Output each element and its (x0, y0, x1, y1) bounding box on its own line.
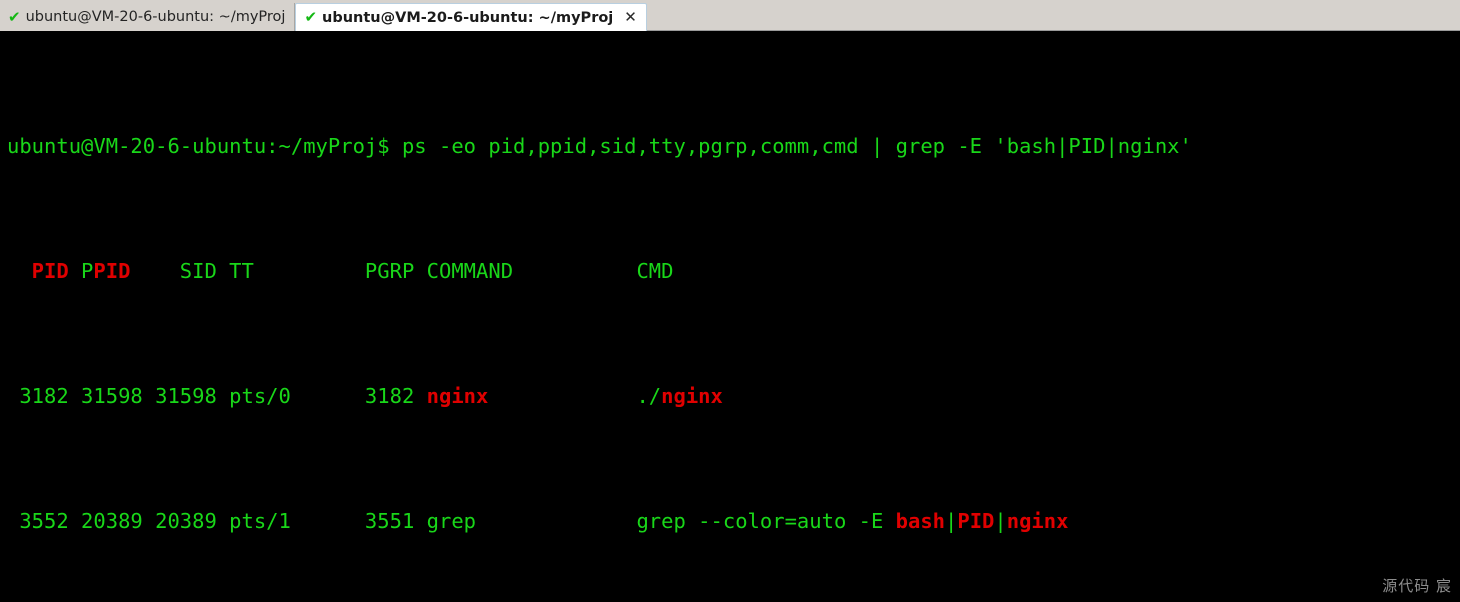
ps-row-pad (488, 384, 636, 408)
ps-header-row: PID PPID SID TT PGRP COMMAND CMD (7, 259, 1460, 284)
ps-row-comm: nginx (426, 384, 489, 408)
ps-row-cmd-prefix: ./ (636, 384, 662, 408)
terminal-output: ubuntu@VM-20-6-ubuntu:~/myProj$ ps -eo p… (7, 34, 1460, 602)
ps-header-pid: PID (7, 259, 69, 283)
ps-row-cmd-highlight-3: nginx (1006, 509, 1069, 533)
ps-row-pad (476, 509, 636, 533)
terminal-screen[interactable]: ubuntu@VM-20-6-ubuntu:~/myProj$ ps -eo p… (0, 31, 1460, 602)
tab-label: ubuntu@VM-20-6-ubuntu: ~/myProj (25, 9, 286, 25)
ps-row-cmd-highlight-2: PID (957, 509, 995, 533)
ps-row: 3552 20389 20389 pts/1 3551 grep grep --… (7, 509, 1460, 534)
terminal-tab-1[interactable]: ✔ ubuntu@VM-20-6-ubuntu: ~/myProj (0, 3, 296, 31)
ps-header-rest: SID TT PGRP COMMAND CMD (130, 259, 674, 283)
terminal-tab-2[interactable]: ✔ ubuntu@VM-20-6-ubuntu: ~/myProj ✕ (295, 3, 647, 31)
tab-label: ubuntu@VM-20-6-ubuntu: ~/myProj (322, 9, 614, 26)
ps-row-cmd-sep: | (945, 509, 958, 533)
ps-header-ppid-highlight: PID (93, 259, 131, 283)
watermark: 源代码 宸 (1382, 577, 1452, 595)
ps-row-columns: 3552 20389 20389 pts/1 3551 (7, 509, 427, 533)
terminal-window: ✔ ubuntu@VM-20-6-ubuntu: ~/myProj ✔ ubun… (0, 0, 1460, 602)
ps-row-columns: 3182 31598 31598 pts/0 3182 (7, 384, 427, 408)
command-line-ps: ubuntu@VM-20-6-ubuntu:~/myProj$ ps -eo p… (7, 134, 1460, 159)
ps-row-cmd-highlight: bash (895, 509, 946, 533)
ps-row-cmd-sep-2: | (994, 509, 1007, 533)
ps-row-comm: grep (426, 509, 477, 533)
ps-row: 3182 31598 31598 pts/0 3182 nginx ./ngin… (7, 384, 1460, 409)
check-icon: ✔ (8, 7, 21, 26)
ps-row-cmd-highlight: nginx (661, 384, 723, 408)
ps-row-cmd-prefix: grep --color=auto -E (636, 509, 896, 533)
close-icon[interactable]: ✕ (624, 10, 637, 25)
ps-header-ppid-prefix: P (68, 259, 94, 283)
ps-command-text: ps -eo pid,ppid,sid,tty,pgrp,comm,cmd | … (389, 134, 1192, 158)
tab-bar: ✔ ubuntu@VM-20-6-ubuntu: ~/myProj ✔ ubun… (0, 0, 1460, 31)
shell-prompt: ubuntu@VM-20-6-ubuntu:~/myProj$ (7, 134, 390, 158)
check-icon: ✔ (304, 8, 318, 26)
